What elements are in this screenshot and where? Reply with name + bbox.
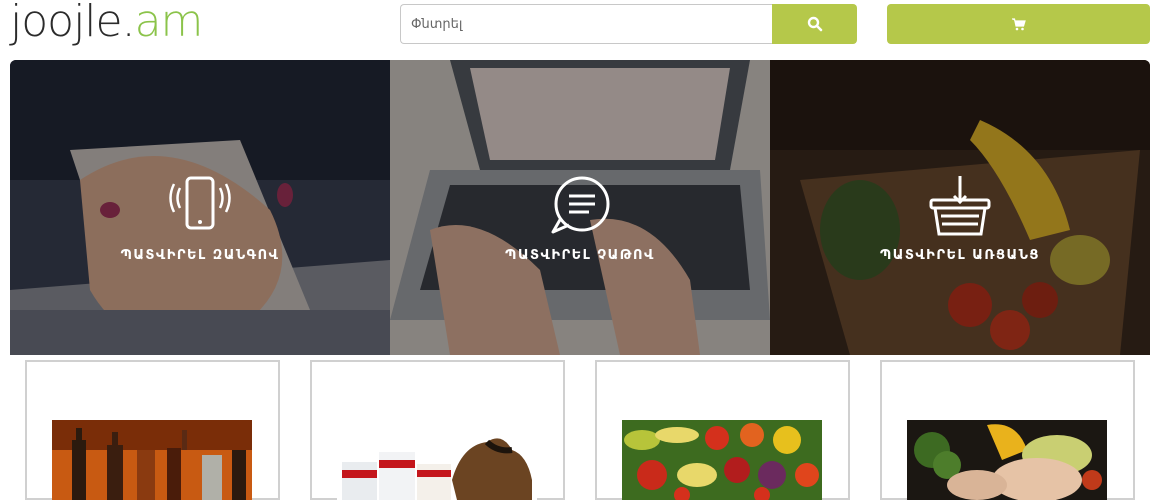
cart-button[interactable] [887,4,1150,44]
logo-text: joojle. [10,0,136,47]
order-methods-banner: ՊԱՏՎԻՐԵԼ ԶԱՆԳՈՎ ՊԱՏՎԻՐԵԼ ՉԱԹՈՎ ՊԱՏՎԻՐԵԼ … [10,60,1150,355]
site-logo[interactable]: joojle.am [10,0,204,52]
search-bar [400,4,857,44]
phone-call-icon [169,176,231,230]
order-by-chat-panel[interactable]: ՊԱՏՎԻՐԵԼ ՉԱԹՈՎ [390,60,770,355]
order-by-phone-label: ՊԱՏՎԻՐԵԼ ԶԱՆԳՈՎ [120,248,280,263]
order-by-phone-panel[interactable]: ՊԱՏՎԻՐԵԼ ԶԱՆԳՈՎ [10,60,390,355]
vegetables-image [622,420,822,500]
search-icon [807,16,822,32]
order-in-store-label: ՊԱՏՎԻՐԵԼ ԱՌՑԱՆՑ [880,248,1040,263]
meat-vegetables-image [907,420,1107,500]
search-input[interactable] [400,4,773,44]
shopping-basket-icon [929,176,991,236]
product-card[interactable] [595,360,850,500]
pet-food-image [337,420,537,500]
order-in-store-panel[interactable]: ՊԱՏՎԻՐԵԼ ԱՌՑԱՆՑ [770,60,1150,355]
order-by-chat-label: ՊԱՏՎԻՐԵԼ ՉԱԹՈՎ [505,248,655,263]
chat-bubble-icon [551,176,610,234]
search-button[interactable] [772,4,857,44]
product-categories [0,360,1176,500]
cart-icon [1011,17,1026,30]
header: joojle.am [0,0,1176,56]
product-card[interactable] [310,360,565,500]
logo-tld-text: am [134,0,204,47]
product-card[interactable] [25,360,280,500]
product-card[interactable] [880,360,1135,500]
bottles-image [52,420,252,500]
